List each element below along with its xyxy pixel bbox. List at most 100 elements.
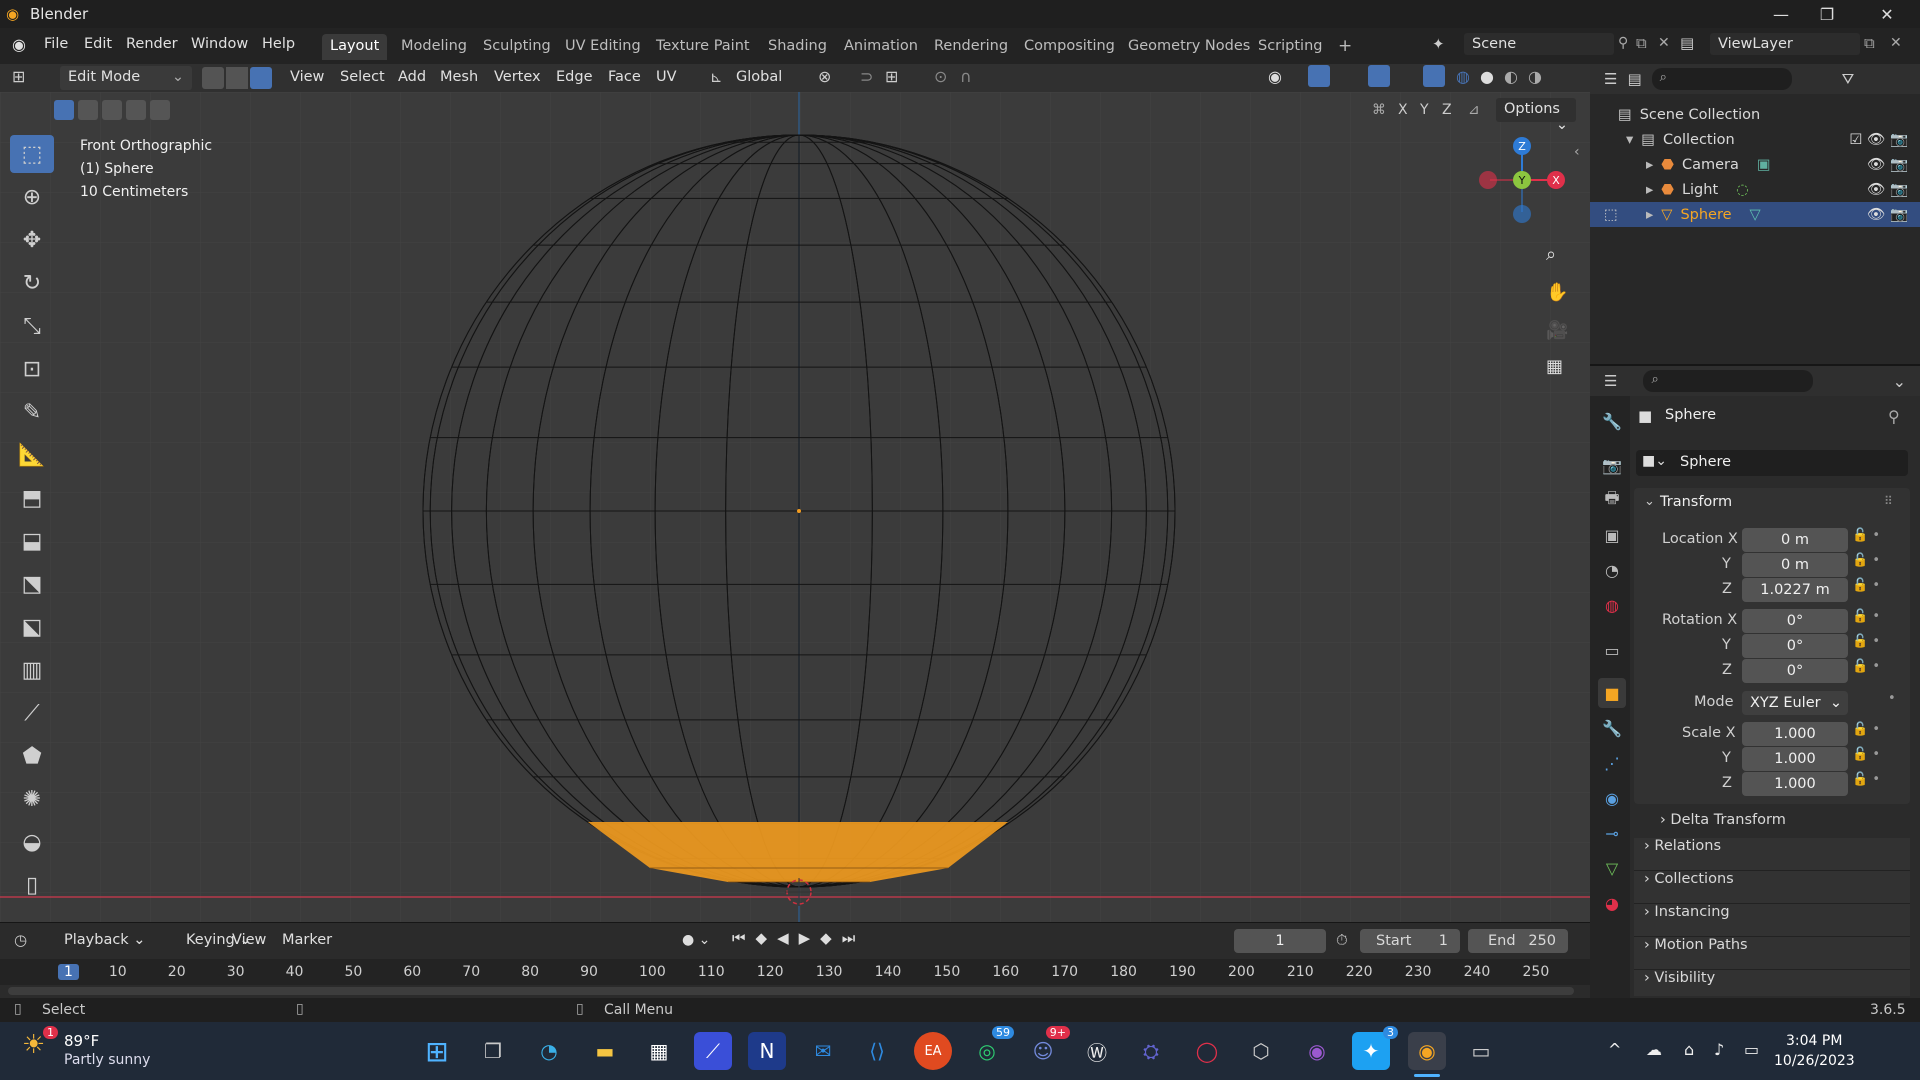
annotate-tool[interactable]: ✎ <box>10 393 54 431</box>
loop-cut-tool[interactable]: ▥ <box>10 651 54 689</box>
end-frame-field[interactable]: End 250 <box>1468 929 1568 953</box>
onedrive-icon[interactable]: ☁ <box>1646 1040 1662 1059</box>
zoom-icon[interactable]: ⌕ <box>1546 244 1556 265</box>
select-invert-icon[interactable] <box>126 100 146 120</box>
tab-modeling[interactable]: Modeling <box>393 34 475 60</box>
prev-keyframe-icon[interactable]: ◆ <box>756 929 768 947</box>
minimize-button[interactable]: — <box>1758 0 1804 28</box>
task-view-icon[interactable]: ❐ <box>474 1032 512 1070</box>
editor-type-icon[interactable]: ⊞ <box>12 67 25 86</box>
affinity-app-icon[interactable]: ⟋ <box>694 1032 732 1070</box>
modifier-tab-icon[interactable]: 🔧 <box>1598 713 1626 743</box>
edit-mode-icon[interactable]: ⬚ <box>1604 207 1618 223</box>
terminal-icon[interactable]: ▭ <box>1462 1032 1500 1070</box>
lock-icon[interactable]: 🔓 • <box>1852 659 1912 691</box>
filter-icon[interactable]: ⛛ <box>1842 70 1855 88</box>
particles-tab-icon[interactable]: ⋰ <box>1598 748 1626 778</box>
rotation-z-field[interactable]: 0° <box>1742 659 1848 683</box>
chevron-down-icon[interactable]: ⌄ <box>1644 494 1655 509</box>
menu-marker[interactable]: Marker <box>276 929 338 953</box>
snap-target-icon[interactable]: ⊞ <box>885 67 898 86</box>
object-datablock-field[interactable]: ■⌄ Sphere <box>1636 450 1908 476</box>
scene-name-field[interactable]: Scene <box>1464 33 1614 55</box>
collection-tab-icon[interactable]: ▭ <box>1598 635 1626 665</box>
display-mode-icon[interactable]: ▤ <box>1627 70 1641 88</box>
inset-tool[interactable]: ⬔ <box>10 565 54 603</box>
clock-date[interactable]: 10/26/2023 <box>1774 1053 1855 1069</box>
subpanel-delta-transform[interactable]: › Delta Transform <box>1660 812 1786 828</box>
tab-animation[interactable]: Animation <box>836 34 926 60</box>
viewlayer-name-field[interactable]: ViewLayer <box>1710 33 1860 55</box>
menu-timeline-view[interactable]: View <box>226 929 272 953</box>
bevel-tool[interactable]: ⬕ <box>10 608 54 646</box>
viewlayer-browse-icon[interactable]: ▤ <box>1680 34 1694 52</box>
menu-view[interactable]: View <box>284 66 330 90</box>
material-tab-icon[interactable]: ◕ <box>1598 888 1626 918</box>
unity-icon[interactable]: ⬡ <box>1242 1032 1280 1070</box>
visibility-icon[interactable]: 👁 📷 <box>1867 181 1908 198</box>
mirror-icon[interactable]: ⌘ <box>1372 102 1386 118</box>
discord-icon[interactable]: ☺ 9+ <box>1024 1026 1070 1070</box>
lock-icon[interactable]: 🔓 • <box>1852 747 1912 772</box>
tab-uv-editing[interactable]: UV Editing <box>557 34 649 60</box>
scale-z-field[interactable]: 1.000 <box>1742 772 1848 796</box>
outlook-icon[interactable]: ✉ <box>804 1032 842 1070</box>
edge-slide-tool[interactable]: ▯ <box>10 866 54 904</box>
blender-taskbar-icon[interactable]: ◉ <box>1408 1032 1446 1070</box>
current-frame-field[interactable]: 1 <box>1234 929 1326 953</box>
chevron-down-icon[interactable]: ▾ <box>1626 132 1633 148</box>
rotation-y-field[interactable]: 0° <box>1742 634 1848 658</box>
drag-handle-icon[interactable]: ⠿ <box>1884 494 1893 508</box>
auto-keying-icon[interactable]: ● ⌄ <box>682 932 710 948</box>
solid-shading-icon[interactable]: ● <box>1480 67 1494 86</box>
menu-render[interactable]: Render <box>126 36 178 52</box>
vscode-icon[interactable]: ⟨⟩ <box>858 1032 896 1070</box>
preview-range-icon[interactable]: ⏱ <box>1336 931 1348 949</box>
outliner-row-collection[interactable]: ▾ ▤ Collection ☑ 👁 📷 <box>1590 127 1920 152</box>
lock-icon[interactable]: 🔓 • <box>1852 553 1912 578</box>
world-tab-icon[interactable]: ◍ <box>1598 590 1626 620</box>
twitter-icon[interactable]: ✦ 3 <box>1352 1026 1398 1070</box>
data-tab-icon[interactable]: ▽ <box>1598 853 1626 883</box>
measure-tool[interactable]: 📐 <box>10 436 54 474</box>
edge-select-icon[interactable] <box>226 67 248 89</box>
menu-vertex[interactable]: Vertex <box>488 66 547 90</box>
lock-icon[interactable]: 🔓 • <box>1852 772 1912 797</box>
tab-geometry-nodes[interactable]: Geometry Nodes <box>1120 34 1258 60</box>
tab-sculpting[interactable]: Sculpting <box>475 34 559 60</box>
object-tab-icon[interactable]: ■ <box>1598 678 1626 708</box>
location-x-field[interactable]: 0 m <box>1742 528 1848 552</box>
menu-file[interactable]: File <box>44 36 68 52</box>
physics-tab-icon[interactable]: ◉ <box>1598 783 1626 813</box>
scale-tool[interactable]: ⤡ <box>10 307 54 345</box>
delete-viewlayer-icon[interactable]: ✕ <box>1890 35 1902 51</box>
subpanel-relations[interactable]: › Relations <box>1634 838 1910 871</box>
opera-icon[interactable]: ◯ <box>1188 1032 1226 1070</box>
viewport-canvas[interactable] <box>0 92 1590 922</box>
whatsapp-icon[interactable]: ◎ 59 <box>968 1026 1014 1070</box>
menu-window[interactable]: Window <box>191 36 248 52</box>
subpanel-motion-paths[interactable]: › Motion Paths <box>1634 937 1910 970</box>
overlay-toggle-icon[interactable] <box>1368 65 1390 87</box>
menu-edge[interactable]: Edge <box>550 66 599 90</box>
mesh-symmetry-icon[interactable]: ⊿ <box>1468 102 1480 118</box>
pin-icon[interactable]: ⚲ <box>1618 35 1628 51</box>
start-menu-icon[interactable]: ⊞ <box>418 1032 456 1070</box>
select-extend-icon[interactable] <box>78 100 98 120</box>
outliner-row-sphere[interactable]: ⬚ ▸ ▽ Sphere ▽ 👁 📷 <box>1590 202 1920 227</box>
subpanel-instancing[interactable]: › Instancing <box>1634 904 1910 937</box>
edge-browser-icon[interactable]: ◔ <box>530 1032 568 1070</box>
rotation-x-field[interactable]: 0° <box>1742 609 1848 633</box>
material-shading-icon[interactable]: ◐ <box>1504 67 1518 86</box>
camera-view-icon[interactable]: 🎥 <box>1546 320 1568 341</box>
new-viewlayer-icon[interactable]: ⧉ <box>1864 34 1875 52</box>
mesh-data-icon[interactable]: ▽ <box>1750 207 1761 223</box>
add-cube-tool[interactable]: ⬒ <box>10 479 54 517</box>
rotation-mode-dropdown[interactable]: XYZ Euler ⌄ <box>1742 691 1848 715</box>
lock-icon[interactable]: 🔓 • <box>1852 722 1912 747</box>
smooth-tool[interactable]: ◒ <box>10 823 54 861</box>
visibility-icon[interactable]: 👁 📷 <box>1867 156 1908 173</box>
start-frame-field[interactable]: Start 1 <box>1360 929 1460 953</box>
new-scene-icon[interactable]: ⧉ <box>1636 34 1647 52</box>
lock-icon[interactable]: 🔓 • <box>1852 609 1912 634</box>
